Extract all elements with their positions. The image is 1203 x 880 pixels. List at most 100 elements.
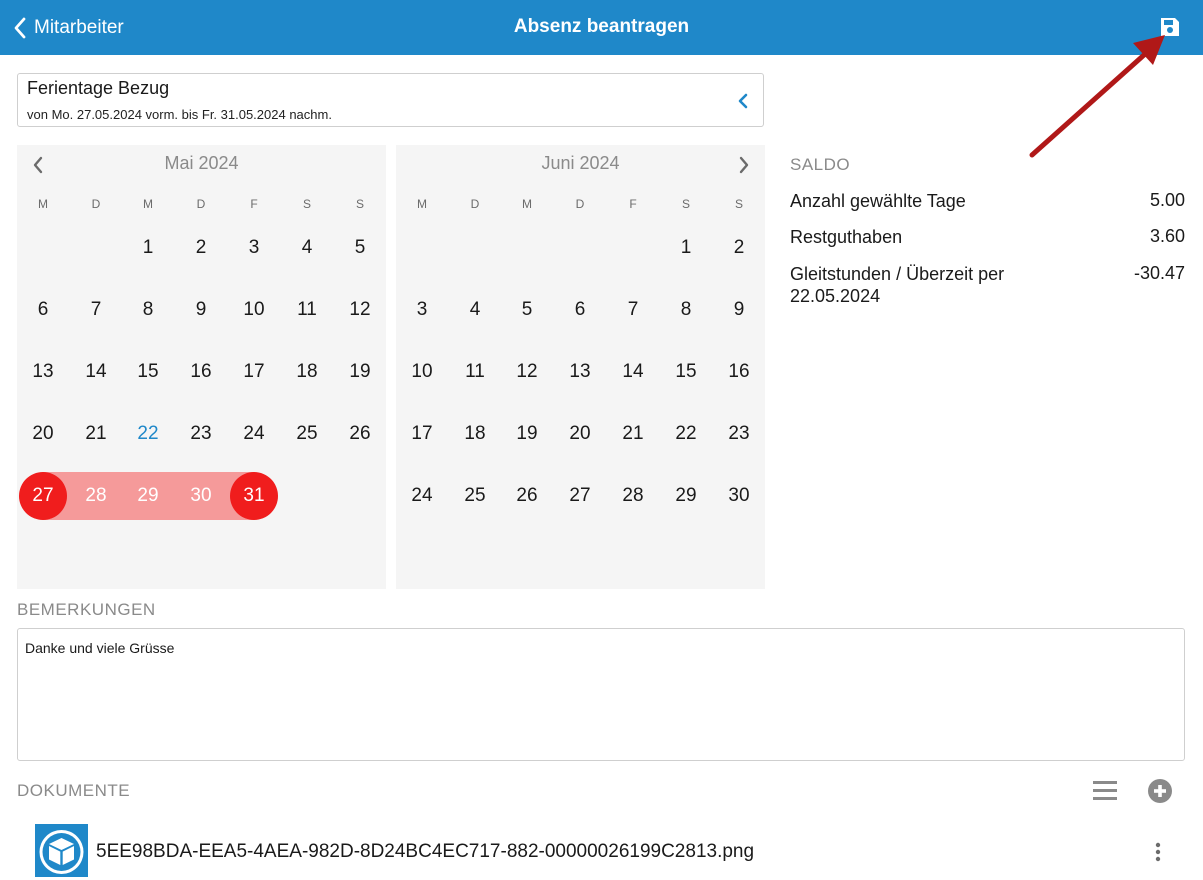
weekday-label: M	[38, 197, 48, 211]
remarks-text: Danke und viele Grüsse	[25, 640, 175, 656]
calendar-day[interactable]: 31	[228, 472, 280, 520]
document-filename: 5EE98BDA-EEA5-4AEA-982D-8D24BC4EC717-882…	[96, 841, 755, 862]
calendar-day[interactable]: 9	[175, 286, 227, 334]
calendar-day[interactable]: 3	[396, 286, 448, 334]
weekday-label: S	[302, 197, 311, 211]
chevron-right-icon[interactable]	[737, 155, 751, 175]
calendar-day[interactable]: 30	[713, 472, 765, 520]
calendar-day[interactable]: 28	[70, 472, 122, 520]
calendar-day[interactable]: 27	[554, 472, 606, 520]
more-vertical-icon[interactable]	[1150, 841, 1166, 863]
calendar-day[interactable]: 19	[501, 410, 553, 458]
month-title: Juni 2024	[541, 153, 620, 173]
calendar-day[interactable]: 4	[449, 286, 501, 334]
calendar-day[interactable]: 14	[607, 348, 659, 396]
absence-type-field[interactable]: Ferientage Bezug von Mo. 27.05.2024 vorm…	[17, 73, 764, 127]
calendar-day[interactable]: 5	[334, 224, 386, 272]
calendar-day[interactable]: 29	[122, 472, 174, 520]
calendar-day[interactable]: 24	[228, 410, 280, 458]
weekday-label: F	[250, 197, 258, 211]
calendar-day[interactable]: 30	[175, 472, 227, 520]
box-icon	[35, 824, 88, 877]
remarks-heading: BEMERKUNGEN	[17, 600, 156, 619]
calendar-day[interactable]: 26	[501, 472, 553, 520]
weekday-label: D	[91, 197, 101, 211]
calendar-day[interactable]: 16	[175, 348, 227, 396]
save-icon[interactable]	[1158, 15, 1182, 39]
calendar-day[interactable]: 10	[396, 348, 448, 396]
weekday-label: S	[734, 197, 743, 211]
calendar-day[interactable]: 11	[281, 286, 333, 334]
saldo-row-remaining-balance: Restguthaben 3.60	[790, 226, 1185, 250]
calendar-day[interactable]: 2	[175, 224, 227, 272]
calendar-day[interactable]: 1	[122, 224, 174, 272]
calendar-day[interactable]: 22	[122, 410, 174, 458]
absence-type-label: Ferientage Bezug	[27, 78, 170, 98]
plus-circle-icon[interactable]	[1147, 778, 1173, 804]
calendar-day[interactable]: 15	[660, 348, 712, 396]
calendar-day[interactable]: 22	[660, 410, 712, 458]
calendar-day[interactable]: 6	[554, 286, 606, 334]
calendar-day[interactable]: 20	[554, 410, 606, 458]
calendar-day[interactable]: 21	[70, 410, 122, 458]
calendar-day[interactable]: 8	[660, 286, 712, 334]
calendar-day[interactable]: 23	[175, 410, 227, 458]
calendar-day[interactable]: 25	[449, 472, 501, 520]
calendar-day[interactable]: 28	[607, 472, 659, 520]
weekday-label: M	[143, 197, 153, 211]
calendar-day[interactable]: 29	[660, 472, 712, 520]
month-title: Mai 2024	[164, 153, 239, 173]
back-button[interactable]: Mitarbeiter	[12, 14, 124, 42]
calendar-day[interactable]: 4	[281, 224, 333, 272]
calendar-day[interactable]: 7	[607, 286, 659, 334]
weekday-label: D	[575, 197, 585, 211]
calendar-day[interactable]: 10	[228, 286, 280, 334]
calendar-day[interactable]: 23	[713, 410, 765, 458]
back-button-label: Mitarbeiter	[34, 17, 124, 38]
calendar-day[interactable]: 19	[334, 348, 386, 396]
calendar-day[interactable]: 7	[70, 286, 122, 334]
calendar-day[interactable]: 12	[501, 348, 553, 396]
calendar-day[interactable]: 18	[281, 348, 333, 396]
calendar-day[interactable]: 9	[713, 286, 765, 334]
calendar-day[interactable]: 14	[70, 348, 122, 396]
calendar-day[interactable]: 15	[122, 348, 174, 396]
saldo-label: Anzahl gewählte Tage	[790, 191, 966, 211]
calendar-day[interactable]: 18	[449, 410, 501, 458]
chevron-left-icon	[14, 17, 26, 39]
calendar-day[interactable]: 13	[17, 348, 69, 396]
calendar-day[interactable]: 1	[660, 224, 712, 272]
remarks-textarea[interactable]: Danke und viele Grüsse	[17, 628, 1185, 761]
documents-heading: DOKUMENTE	[17, 781, 131, 800]
calendar-day[interactable]: 24	[396, 472, 448, 520]
weekday-label: S	[355, 197, 364, 211]
chevron-left-icon[interactable]	[31, 155, 45, 175]
calendar-day[interactable]: 2	[713, 224, 765, 272]
calendar-day[interactable]: 16	[713, 348, 765, 396]
calendar-day[interactable]: 17	[228, 348, 280, 396]
chevron-left-icon[interactable]	[737, 92, 749, 110]
calendar-day[interactable]: 12	[334, 286, 386, 334]
calendar-day[interactable]: 21	[607, 410, 659, 458]
calendar-month-june: Juni 2024 M D M D F S S 1 2 3 4 5 6 7 8 9 10 11 12 13 14 15 16…	[396, 145, 765, 589]
calendar-day[interactable]: 8	[122, 286, 174, 334]
page-title: Absenz beantragen	[513, 16, 690, 37]
calendar-day[interactable]: 13	[554, 348, 606, 396]
saldo-label: Restguthaben	[790, 227, 903, 247]
saldo-value: -30.47	[1133, 263, 1185, 283]
calendar-day[interactable]: 20	[17, 410, 69, 458]
calendar-day[interactable]: 26	[334, 410, 386, 458]
calendar-day[interactable]: 17	[396, 410, 448, 458]
calendar-day[interactable]: 3	[228, 224, 280, 272]
document-row[interactable]: 5EE98BDA-EEA5-4AEA-982D-8D24BC4EC717-882…	[0, 820, 1203, 880]
list-icon[interactable]	[1092, 779, 1118, 803]
navigation-bar: Mitarbeiter Absenz beantragen	[0, 0, 1203, 55]
saldo-label: Gleitstunden / Überzeit per 22.05.2024	[790, 264, 1005, 306]
calendar-day[interactable]: 11	[449, 348, 501, 396]
weekday-label: M	[522, 197, 532, 211]
calendar-day[interactable]: 25	[281, 410, 333, 458]
saldo-row-selected-days: Anzahl gewählte Tage 5.00	[790, 190, 1185, 214]
calendar-day[interactable]: 6	[17, 286, 69, 334]
calendar-day[interactable]: 5	[501, 286, 553, 334]
calendar-day[interactable]: 27	[17, 472, 69, 520]
